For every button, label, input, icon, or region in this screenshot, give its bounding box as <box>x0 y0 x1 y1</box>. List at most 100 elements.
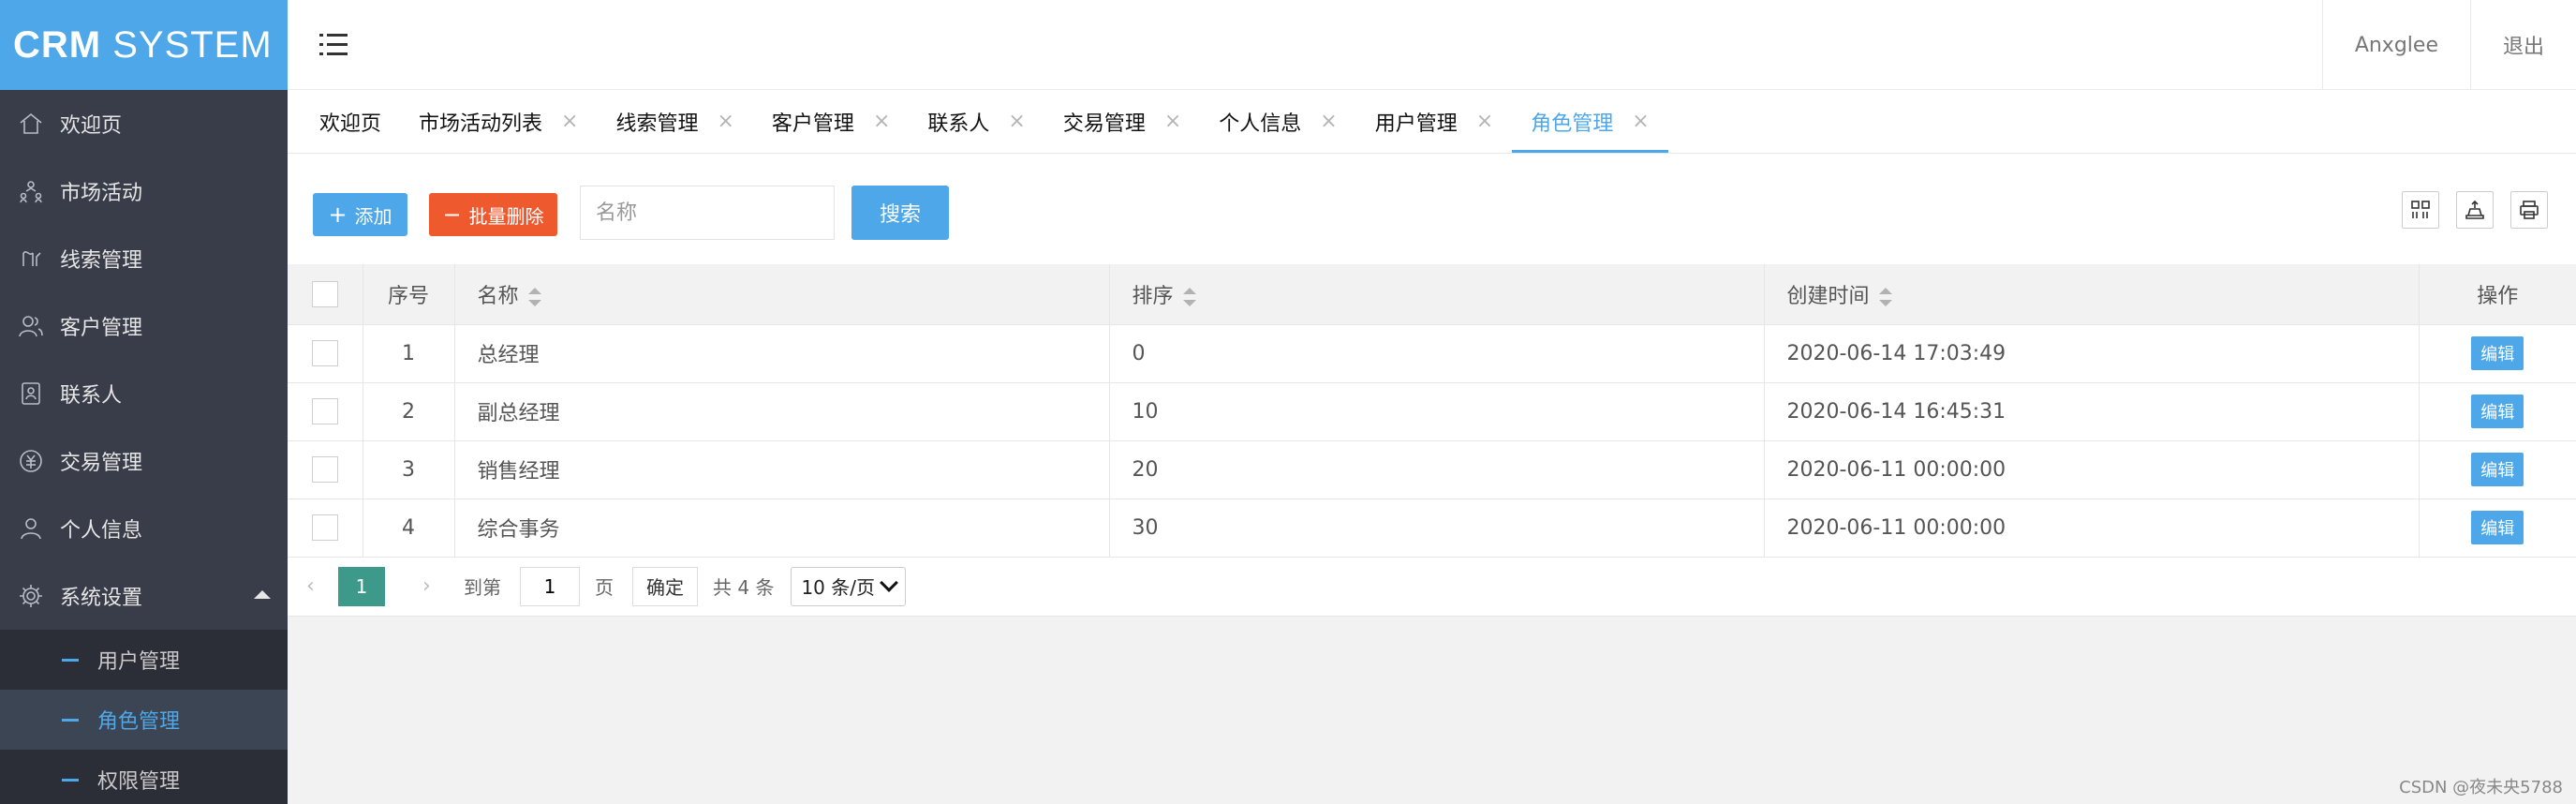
goto-page-input[interactable] <box>520 566 580 606</box>
close-icon[interactable]: × <box>717 110 733 133</box>
header-name[interactable]: 名称 <box>454 264 1110 325</box>
sidebar: CRM SYSTEM 欢迎页 市场活动 线索管理 客户管理 联系人 交易管理 个… <box>0 0 288 804</box>
search-button[interactable]: 搜索 <box>851 186 949 240</box>
plus-icon: + <box>328 201 348 228</box>
cell-action: 编辑 <box>2419 324 2576 383</box>
sidebar-item-transactions[interactable]: 交易管理 <box>0 427 288 495</box>
close-icon[interactable]: × <box>1164 110 1181 133</box>
sidebar-item-label: 线索管理 <box>60 249 143 273</box>
dash-icon <box>62 659 79 662</box>
tab-marketing-list[interactable]: 市场活动列表 × <box>400 90 597 153</box>
sidebar-item-profile[interactable]: 个人信息 <box>0 495 288 562</box>
name-search-input[interactable] <box>580 186 835 240</box>
table-tools <box>2402 191 2548 229</box>
header-sort-label: 排序 <box>1132 284 1174 308</box>
transaction-icon <box>17 447 45 475</box>
tab-users[interactable]: 用户管理 × <box>1356 90 1512 153</box>
sort-icon[interactable] <box>527 287 541 306</box>
tab-profile[interactable]: 个人信息 × <box>1200 90 1355 153</box>
close-icon[interactable]: × <box>1632 110 1649 133</box>
sidebar-item-customers[interactable]: 客户管理 <box>0 292 288 360</box>
home-icon <box>17 110 45 138</box>
clue-icon <box>17 245 45 273</box>
tab-transactions[interactable]: 交易管理 × <box>1044 90 1200 153</box>
header-created[interactable]: 创建时间 <box>1764 264 2420 325</box>
print-icon[interactable] <box>2510 191 2548 229</box>
goto-label: 到第 <box>464 576 501 599</box>
submenu-item-permissions[interactable]: 权限管理 <box>0 750 288 804</box>
cell-action: 编辑 <box>2419 440 2576 499</box>
contact-icon <box>17 380 45 408</box>
select-all-checkbox[interactable] <box>311 280 338 307</box>
logo-text: CRM SYSTEM <box>13 23 273 66</box>
edit-button[interactable]: 编辑 <box>2471 395 2524 428</box>
tab-customers[interactable]: 客户管理 × <box>753 90 909 153</box>
page-size-select[interactable]: 10 条/页 <box>791 566 906 606</box>
menu-toggle-icon[interactable] <box>319 32 348 58</box>
sort-icon[interactable] <box>1182 287 1196 306</box>
close-icon[interactable]: × <box>1476 110 1493 133</box>
user-icon <box>17 514 45 543</box>
page-size-value: 10 条/页 <box>801 576 875 599</box>
next-page-icon[interactable]: › <box>422 574 443 598</box>
row-select <box>288 324 363 383</box>
cell-name: 总经理 <box>454 324 1110 383</box>
customer-icon <box>17 312 45 340</box>
close-icon[interactable]: × <box>1008 110 1025 133</box>
sidebar-item-settings[interactable]: 系统设置 <box>0 562 288 630</box>
tab-label: 欢迎页 <box>319 112 382 136</box>
watermark: CSDN @夜未央5788 <box>2399 778 2563 797</box>
username-link[interactable]: Anxglee <box>2321 0 2470 90</box>
sort-icon[interactable] <box>1878 287 1892 306</box>
row-checkbox[interactable] <box>311 340 338 366</box>
tab-label: 个人信息 <box>1219 112 1302 136</box>
role-table: 序号 名称 排序 创建时间 操作 1 总经理 0 2020-06-14 17:0… <box>288 264 2576 558</box>
add-button[interactable]: + 添加 <box>313 193 407 236</box>
logout-link[interactable]: 退出 <box>2469 0 2576 90</box>
tab-roles[interactable]: 角色管理 × <box>1512 90 1669 153</box>
header-action: 操作 <box>2419 264 2576 325</box>
chevron-down-icon <box>880 573 898 592</box>
header-right: Anxglee 退出 <box>2321 0 2576 90</box>
header-sort[interactable]: 排序 <box>1109 264 1765 325</box>
batch-delete-button[interactable]: − 批量删除 <box>429 193 557 236</box>
sidebar-item-welcome[interactable]: 欢迎页 <box>0 90 288 157</box>
prev-page-icon[interactable]: ‹ <box>306 574 327 598</box>
tab-clues[interactable]: 线索管理 × <box>597 90 752 153</box>
sidebar-item-clues[interactable]: 线索管理 <box>0 225 288 292</box>
top-header: Anxglee 退出 <box>288 0 2576 90</box>
submenu-item-roles[interactable]: 角色管理 <box>0 690 288 750</box>
goto-confirm-button[interactable]: 确定 <box>632 566 698 606</box>
cell-name: 综合事务 <box>454 499 1110 558</box>
activity-icon <box>17 177 45 205</box>
row-checkbox[interactable] <box>311 398 338 424</box>
page-number-current[interactable]: 1 <box>338 566 385 606</box>
edit-button[interactable]: 编辑 <box>2471 453 2524 486</box>
sidebar-item-label: 市场活动 <box>60 182 143 205</box>
edit-button[interactable]: 编辑 <box>2471 336 2524 370</box>
tab-contacts[interactable]: 联系人 × <box>909 90 1044 153</box>
columns-filter-icon[interactable] <box>2402 191 2439 229</box>
row-checkbox[interactable] <box>311 514 338 541</box>
sidebar-item-label: 联系人 <box>60 384 123 408</box>
export-icon[interactable] <box>2456 191 2494 229</box>
close-icon[interactable]: × <box>873 110 890 133</box>
sidebar-item-label: 系统设置 <box>60 587 143 610</box>
submenu-item-label: 权限管理 <box>97 770 181 794</box>
close-icon[interactable]: × <box>561 110 578 133</box>
submenu-item-label: 角色管理 <box>97 710 181 734</box>
cell-index: 4 <box>363 499 455 558</box>
cell-created: 2020-06-14 17:03:49 <box>1764 324 2420 383</box>
row-checkbox[interactable] <box>311 456 338 483</box>
sidebar-item-marketing[interactable]: 市场活动 <box>0 157 288 225</box>
edit-button[interactable]: 编辑 <box>2471 511 2524 544</box>
sidebar-item-contacts[interactable]: 联系人 <box>0 360 288 427</box>
logo: CRM SYSTEM <box>0 0 288 90</box>
cell-created: 2020-06-14 16:45:31 <box>1764 382 2420 441</box>
cell-name: 销售经理 <box>454 440 1110 499</box>
tab-welcome[interactable]: 欢迎页 <box>301 90 400 153</box>
tab-label: 角色管理 <box>1531 112 1614 136</box>
submenu-item-users[interactable]: 用户管理 <box>0 630 288 690</box>
close-icon[interactable]: × <box>1320 110 1337 133</box>
cell-created: 2020-06-11 00:00:00 <box>1764 499 2420 558</box>
